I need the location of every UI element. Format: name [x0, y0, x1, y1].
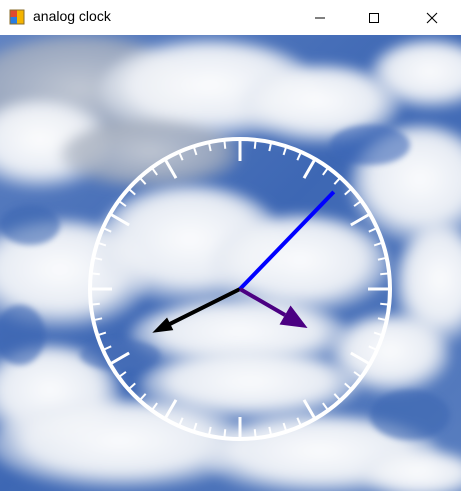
hour-tick — [163, 399, 178, 420]
hour-tick — [109, 351, 130, 366]
minute-hand — [238, 190, 336, 291]
hour-tick — [350, 212, 371, 227]
app-window: analog clock — [0, 0, 461, 491]
hour-tick — [302, 158, 317, 179]
second-hand-arrowhead — [279, 305, 308, 328]
hour-tick — [302, 399, 317, 420]
close-icon — [426, 12, 438, 23]
clock-client-area — [0, 35, 461, 491]
hour-hand — [167, 287, 241, 327]
hour-tick — [163, 158, 178, 179]
hour-hand-arrowhead — [152, 317, 174, 333]
close-button[interactable] — [409, 0, 455, 35]
second-hand — [239, 287, 287, 317]
minimize-icon — [315, 17, 325, 18]
minimize-button[interactable] — [297, 0, 343, 35]
maximize-icon — [369, 12, 379, 23]
maximize-button[interactable] — [351, 0, 397, 35]
app-icon — [9, 9, 25, 25]
analog-clock — [88, 137, 392, 441]
window-title: analog clock — [33, 8, 111, 24]
hour-tick — [109, 212, 130, 227]
title-bar[interactable]: analog clock — [0, 0, 461, 35]
hour-tick — [350, 351, 371, 366]
